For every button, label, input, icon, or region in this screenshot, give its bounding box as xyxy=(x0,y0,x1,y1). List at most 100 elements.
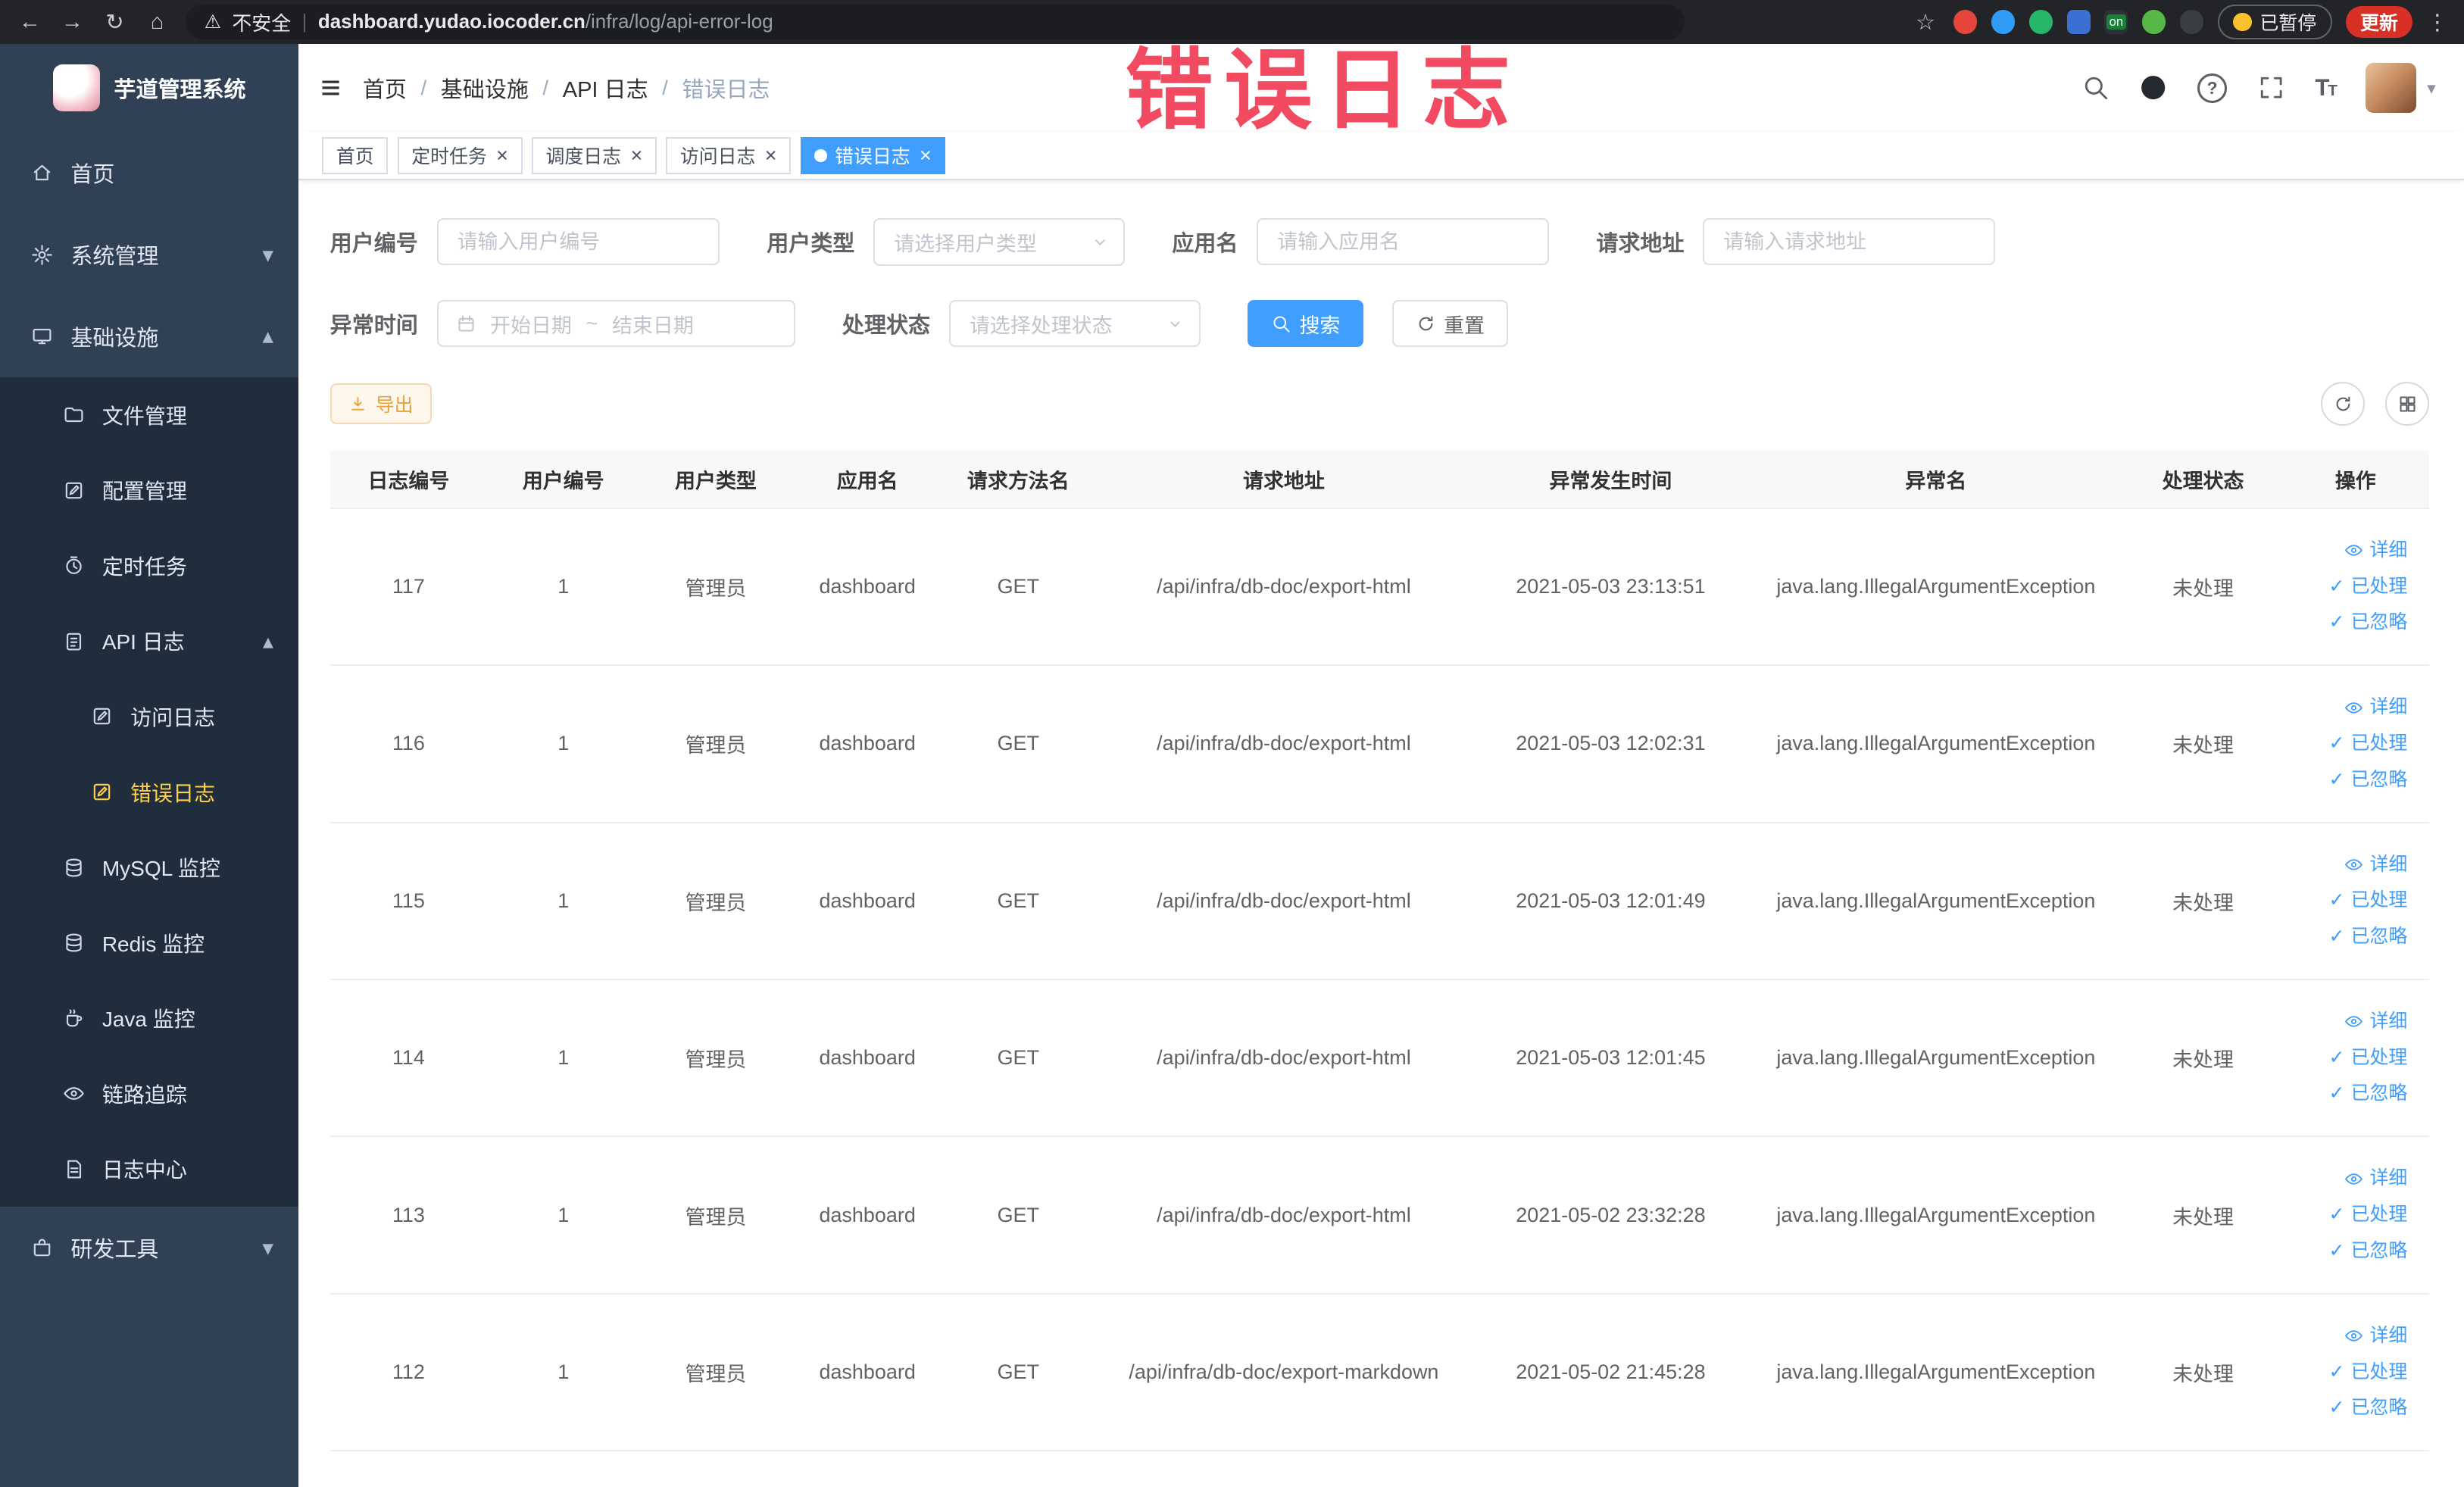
ignored-link[interactable]: ✓ 已忽略 xyxy=(2291,919,2408,955)
sidebar-item-log-center[interactable]: 日志中心 xyxy=(0,1132,298,1207)
tab-access-logs[interactable]: 访问日志 × xyxy=(666,136,792,175)
sidebar-item-java-monitor[interactable]: Java 监控 xyxy=(0,981,298,1057)
refresh-icon xyxy=(2333,394,2353,414)
user-type-select[interactable]: 请选择用户类型 xyxy=(873,218,1126,266)
address-bar[interactable]: ⚠ 不安全 | dashboard.yudao.iocoder.cn/infra… xyxy=(185,5,1685,39)
detail-link[interactable]: 详细 xyxy=(2291,533,2407,569)
exception-time-label: 异常时间 xyxy=(329,314,418,339)
sidebar-item-access-logs[interactable]: 访问日志 xyxy=(0,679,298,754)
font-size-icon[interactable]: TT xyxy=(2315,74,2338,102)
bookmark-star-icon[interactable]: ☆ xyxy=(1911,9,1939,36)
paused-button[interactable]: 已暂停 xyxy=(2217,5,2332,39)
ignored-link[interactable]: ✓ 已忽略 xyxy=(2291,604,2408,641)
column-header: 操作 xyxy=(2281,451,2430,509)
ignored-link[interactable]: ✓ 已忽略 xyxy=(2291,1233,2408,1270)
avatar[interactable] xyxy=(2366,62,2416,114)
user-id-cell: 1 xyxy=(487,822,640,980)
close-icon[interactable]: × xyxy=(630,145,642,166)
ignored-link[interactable]: ✓ 已忽略 xyxy=(2291,1076,2408,1112)
export-button[interactable]: 导出 xyxy=(329,383,433,424)
briefcase-icon xyxy=(31,1237,53,1259)
sidebar-item-infrastructure[interactable]: 基础设施 ▴ xyxy=(0,295,298,377)
extension-icon[interactable] xyxy=(2028,10,2053,34)
home-icon[interactable]: ⌂ xyxy=(143,10,171,35)
request-url-label: 请求地址 xyxy=(1596,232,1685,257)
breadcrumb-item[interactable]: 首页 xyxy=(363,72,407,104)
extension-icon[interactable] xyxy=(2066,10,2091,34)
ignored-link[interactable]: ✓ 已忽略 xyxy=(2291,1390,2408,1426)
reload-icon[interactable]: ↻ xyxy=(101,9,129,36)
monitor-icon xyxy=(31,325,53,347)
column-settings-button[interactable] xyxy=(2385,382,2430,426)
extension-icon[interactable] xyxy=(1953,10,1978,34)
tab-schedule-logs[interactable]: 调度日志 × xyxy=(531,136,657,175)
exception-name-cell: java.lang.IllegalArgumentException xyxy=(1747,508,2125,667)
exception-time-range-picker[interactable]: 开始日期 ~ 结束日期 xyxy=(436,300,795,348)
update-button[interactable]: 更新 xyxy=(2346,6,2412,38)
process-status-select[interactable]: 请选择处理状态 xyxy=(948,300,1201,348)
tab-home[interactable]: 首页 xyxy=(322,136,389,175)
sidebar-item-file-management[interactable]: 文件管理 xyxy=(0,377,298,453)
hamburger-icon[interactable]: ≡ xyxy=(320,70,341,105)
help-icon[interactable]: ? xyxy=(2197,73,2228,103)
detail-link[interactable]: 详细 xyxy=(2291,847,2407,883)
security-label[interactable]: 不安全 xyxy=(232,8,291,36)
forward-icon[interactable]: → xyxy=(58,10,86,35)
processed-link[interactable]: ✓ 已处理 xyxy=(2291,726,2408,762)
detail-link[interactable]: 详细 xyxy=(2291,689,2407,726)
processed-link[interactable]: ✓ 已处理 xyxy=(2291,1040,2408,1076)
ignored-link[interactable]: ✓ 已忽略 xyxy=(2291,762,2408,798)
reset-button[interactable]: 重置 xyxy=(1391,300,1509,348)
search-icon[interactable] xyxy=(2081,73,2110,102)
sidebar-item-config-management[interactable]: 配置管理 xyxy=(0,452,298,528)
infrastructure-submenu: 文件管理 配置管理 定时任务 API 日志 ▴ 访问日志 错误日志 MySQL … xyxy=(0,376,299,1207)
back-icon[interactable]: ← xyxy=(16,10,44,35)
close-icon[interactable]: × xyxy=(920,145,932,166)
edit-square-icon xyxy=(91,781,113,803)
processed-link[interactable]: ✓ 已处理 xyxy=(2291,569,2408,605)
browser-menu-icon[interactable]: ⋮ xyxy=(2426,9,2448,36)
sidebar-item-mysql-monitor[interactable]: MySQL 监控 xyxy=(0,829,298,905)
detail-link[interactable]: 详细 xyxy=(2291,1004,2407,1040)
processed-link[interactable]: ✓ 已处理 xyxy=(2291,883,2408,919)
github-icon[interactable] xyxy=(2139,73,2167,102)
extension-icon[interactable] xyxy=(2142,10,2166,34)
tags-view: 首页 定时任务 × 调度日志 × 访问日志 × 错误日志 × xyxy=(298,132,2464,181)
request-url-cell: /api/infra/db-doc/export-html xyxy=(1093,508,1474,667)
extension-icon[interactable] xyxy=(1991,10,2016,34)
filter-form-row-1: 用户编号 用户类型 请选择用户类型 应用名 xyxy=(330,218,2430,266)
sidebar-item-error-logs[interactable]: 错误日志 xyxy=(0,754,298,830)
close-icon[interactable]: × xyxy=(496,145,508,166)
close-icon[interactable]: × xyxy=(765,145,777,166)
sidebar-item-redis-monitor[interactable]: Redis 监控 xyxy=(0,905,298,981)
user-id-input[interactable] xyxy=(436,218,720,266)
eye-icon xyxy=(2344,541,2363,560)
column-header: 用户编号 xyxy=(487,451,640,509)
detail-link[interactable]: 详细 xyxy=(2291,1318,2407,1354)
sidebar-item-home[interactable]: 首页 xyxy=(0,132,298,214)
app-name-input[interactable] xyxy=(1257,218,1550,266)
tab-scheduled-tasks[interactable]: 定时任务 × xyxy=(397,136,523,175)
tab-error-logs[interactable]: 错误日志 × xyxy=(800,136,946,175)
user-menu[interactable]: ▾ xyxy=(2366,62,2436,114)
sidebar-item-system-management[interactable]: 系统管理 ▾ xyxy=(0,214,298,295)
refresh-button[interactable] xyxy=(2321,382,2366,426)
actions-cell: 详细 ✓ 已处理 ✓ 已忽略 xyxy=(2281,508,2430,667)
breadcrumb-item[interactable]: API 日志 xyxy=(563,72,648,104)
breadcrumb-item[interactable]: 基础设施 xyxy=(441,72,529,104)
sidebar-item-api-logs[interactable]: API 日志 ▴ xyxy=(0,604,298,679)
sidebar-item-link-tracing[interactable]: 链路追踪 xyxy=(0,1056,298,1132)
search-button[interactable]: 搜索 xyxy=(1248,300,1364,348)
extension-icon[interactable] xyxy=(2179,10,2203,34)
processed-link[interactable]: ✓ 已处理 xyxy=(2291,1354,2408,1391)
eye-icon xyxy=(2344,1326,2363,1345)
document-icon xyxy=(63,1158,85,1180)
fullscreen-icon[interactable] xyxy=(2257,73,2285,102)
request-url-input[interactable] xyxy=(1703,218,1996,266)
chevron-up-icon: ▴ xyxy=(262,629,273,653)
detail-link[interactable]: 详细 xyxy=(2291,1161,2407,1197)
extension-icon[interactable]: on xyxy=(2104,10,2128,34)
sidebar-item-scheduled-tasks[interactable]: 定时任务 xyxy=(0,528,298,604)
sidebar-item-dev-tools[interactable]: 研发工具 ▾ xyxy=(0,1207,298,1289)
processed-link[interactable]: ✓ 已处理 xyxy=(2291,1197,2408,1233)
